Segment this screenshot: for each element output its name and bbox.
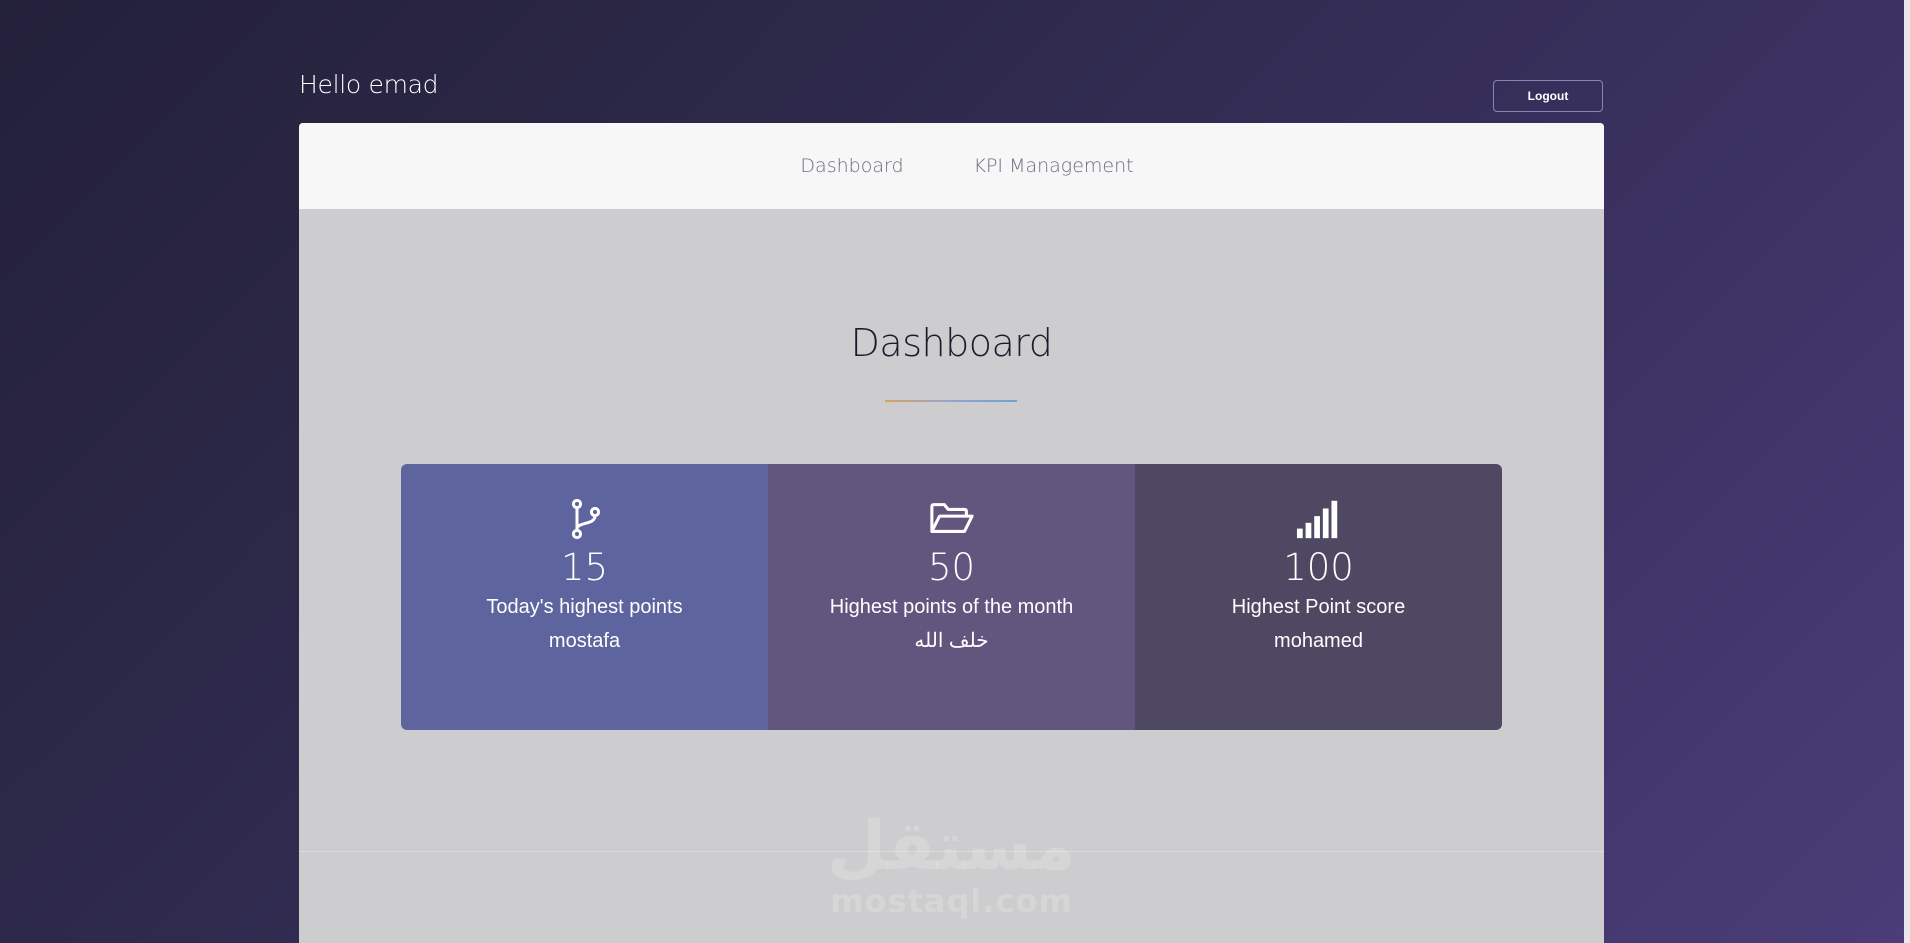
stat-value: 15 (560, 546, 609, 589)
title-underline (885, 400, 1017, 402)
signal-bars-icon (1296, 498, 1342, 540)
page-title: Dashboard (850, 321, 1053, 365)
stat-user-name: خلف الله (914, 630, 989, 652)
stat-card-highest: 100 Highest Point score mohamed (1135, 464, 1502, 730)
main-panel: Dashboard KPI Management Dashboard 15 To… (299, 123, 1604, 943)
logout-button[interactable]: Logout (1493, 80, 1603, 112)
stat-label: Highest Point score (1231, 596, 1406, 618)
nav-link-kpi-management[interactable]: KPI Management (974, 155, 1134, 177)
watermark: مستقل mostaql.com (299, 807, 1604, 920)
nav-link-dashboard[interactable]: Dashboard (800, 155, 903, 177)
scrollbar[interactable] (1904, 0, 1910, 943)
stat-user-name: mohamed (1274, 630, 1363, 652)
watermark-logo: مستقل (827, 807, 1076, 886)
stat-card-today: 15 Today's highest points mostafa (401, 464, 768, 730)
stat-label: Highest points of the month (829, 596, 1074, 618)
stat-label: Today's highest points (486, 596, 683, 618)
stats-row: 15 Today's highest points mostafa 50 Hig… (401, 464, 1502, 730)
stat-card-month: 50 Highest points of the month خلف الله (768, 464, 1135, 730)
nav-bar: Dashboard KPI Management (299, 123, 1604, 209)
greeting-text: Hello emad (299, 70, 439, 99)
stat-value: 100 (1283, 546, 1354, 589)
stat-user-name: mostafa (548, 630, 621, 652)
watermark-text: mostaql.com (830, 882, 1073, 920)
code-branch-icon (562, 498, 608, 540)
stat-value: 50 (927, 546, 976, 589)
folder-open-icon (929, 498, 975, 540)
section-divider (299, 851, 1604, 852)
